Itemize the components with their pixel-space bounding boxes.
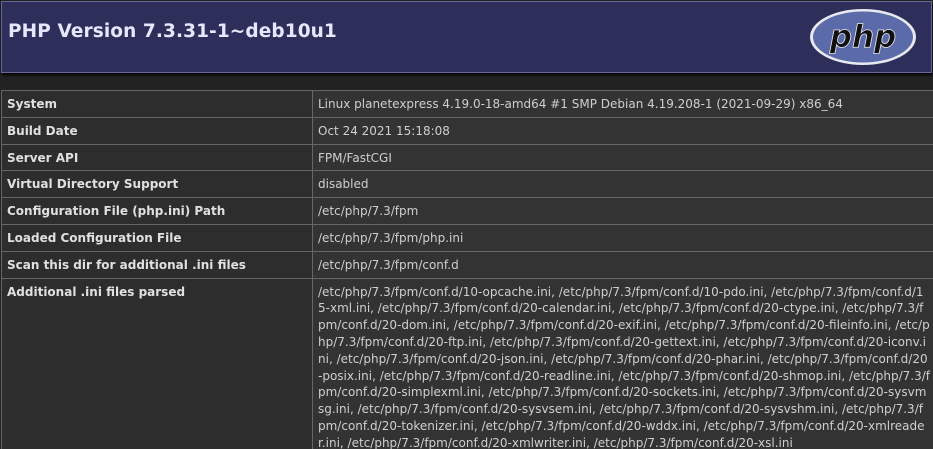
- row-value: /etc/php/7.3/fpm: [312, 197, 933, 225]
- table-row: Additional .ini files parsed /etc/php/7.…: [1, 277, 933, 449]
- row-value: /etc/php/7.3/fpm/conf.d: [312, 250, 933, 279]
- row-value: Oct 24 2021 15:18:08: [312, 116, 933, 145]
- table-row: Server API FPM/FastCGI: [1, 143, 933, 172]
- version-header: PHP Version 7.3.31-1~deb10u1 php: [1, 1, 932, 73]
- row-key: Scan this dir for additional .ini files: [1, 250, 313, 279]
- phpinfo-page: PHP Version 7.3.31-1~deb10u1 php System …: [0, 0, 933, 449]
- row-key: Additional .ini files parsed: [1, 277, 313, 449]
- row-key: Virtual Directory Support: [1, 170, 313, 199]
- php-logo: php: [810, 9, 916, 65]
- table-row: Loaded Configuration File /etc/php/7.3/f…: [1, 223, 933, 252]
- row-key: System: [1, 90, 313, 118]
- table-row: Virtual Directory Support disabled: [1, 170, 933, 199]
- row-key: Server API: [1, 143, 313, 172]
- php-logo-text: php: [829, 19, 896, 55]
- row-value: Linux planetexpress 4.19.0-18-amd64 #1 S…: [312, 90, 933, 118]
- row-key: Build Date: [1, 116, 313, 145]
- row-value: FPM/FastCGI: [312, 143, 933, 172]
- table-row: Scan this dir for additional .ini files …: [1, 250, 933, 279]
- page-title: PHP Version 7.3.31-1~deb10u1: [8, 21, 337, 42]
- table-row: Configuration File (php.ini) Path /etc/p…: [1, 197, 933, 225]
- table-row: Build Date Oct 24 2021 15:18:08: [1, 116, 933, 145]
- config-table: System Linux planetexpress 4.19.0-18-amd…: [1, 90, 933, 449]
- row-value: /etc/php/7.3/fpm/conf.d/10-opcache.ini, …: [312, 277, 933, 449]
- row-key: Loaded Configuration File: [1, 223, 313, 252]
- table-row: System Linux planetexpress 4.19.0-18-amd…: [1, 90, 933, 118]
- row-value: disabled: [312, 170, 933, 199]
- row-key: Configuration File (php.ini) Path: [1, 197, 313, 225]
- row-value: /etc/php/7.3/fpm/php.ini: [312, 223, 933, 252]
